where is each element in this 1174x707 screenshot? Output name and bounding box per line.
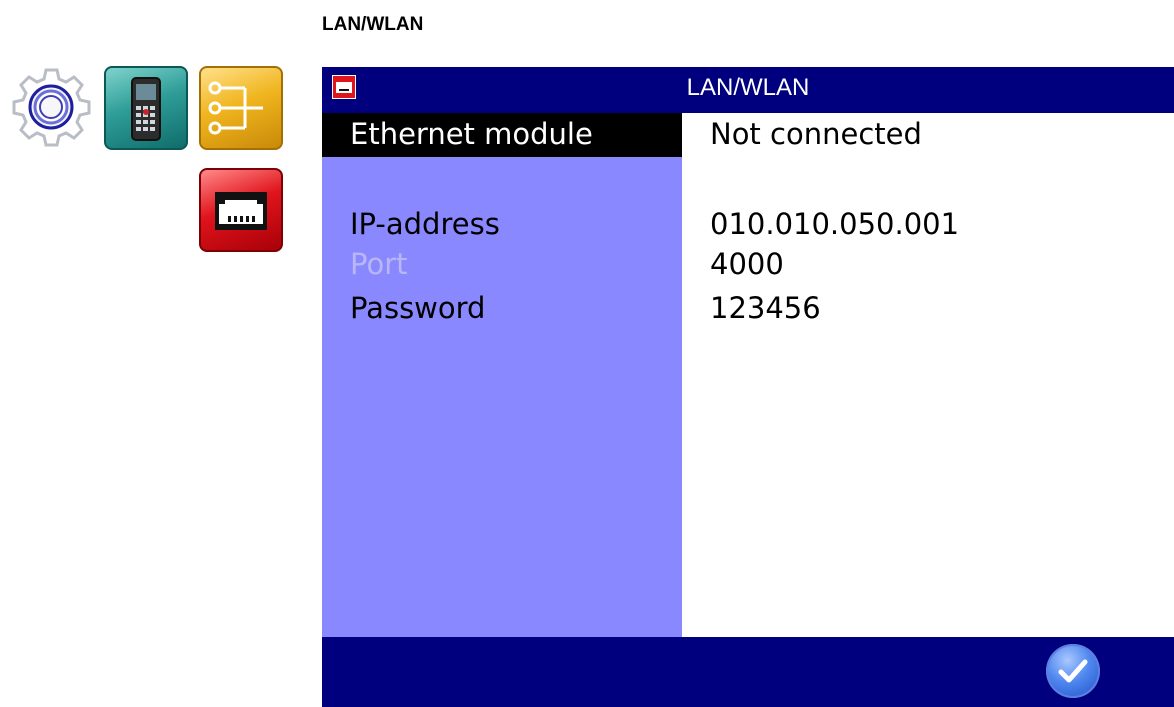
network-tree-icon[interactable] [199, 66, 283, 150]
ethernet-port-icon[interactable] [199, 168, 283, 252]
bottom-bar [322, 637, 1174, 707]
title-bar: LAN/WLAN [322, 67, 1174, 113]
confirm-button[interactable] [1046, 644, 1100, 698]
row-value-ip-address[interactable]: 010.010.050.001 [710, 207, 959, 241]
row-label-ethernet-module: Ethernet module [350, 117, 593, 151]
row-value-port: 4000 [710, 247, 784, 281]
row-value-ethernet-module: Not connected [710, 117, 922, 151]
label-panel: Ethernet module IP-address Port Password [322, 113, 682, 637]
device-screen: LAN/WLAN Ethernet module IP-address Port… [322, 67, 1174, 707]
row-label-password[interactable]: Password [350, 291, 485, 325]
row-label-ip-address[interactable]: IP-address [350, 207, 500, 241]
page-heading: LAN/WLAN [322, 14, 424, 35]
value-panel: Not connected 010.010.050.001 4000 12345… [682, 113, 1174, 637]
selected-row-highlight[interactable]: Ethernet module [322, 113, 682, 157]
checkmark-icon [1058, 659, 1088, 683]
row-label-port: Port [350, 247, 408, 281]
row-value-password[interactable]: 123456 [710, 291, 821, 325]
gear-icon[interactable] [8, 64, 94, 150]
handheld-device-icon[interactable] [104, 66, 188, 150]
screen-title: LAN/WLAN [686, 74, 810, 101]
